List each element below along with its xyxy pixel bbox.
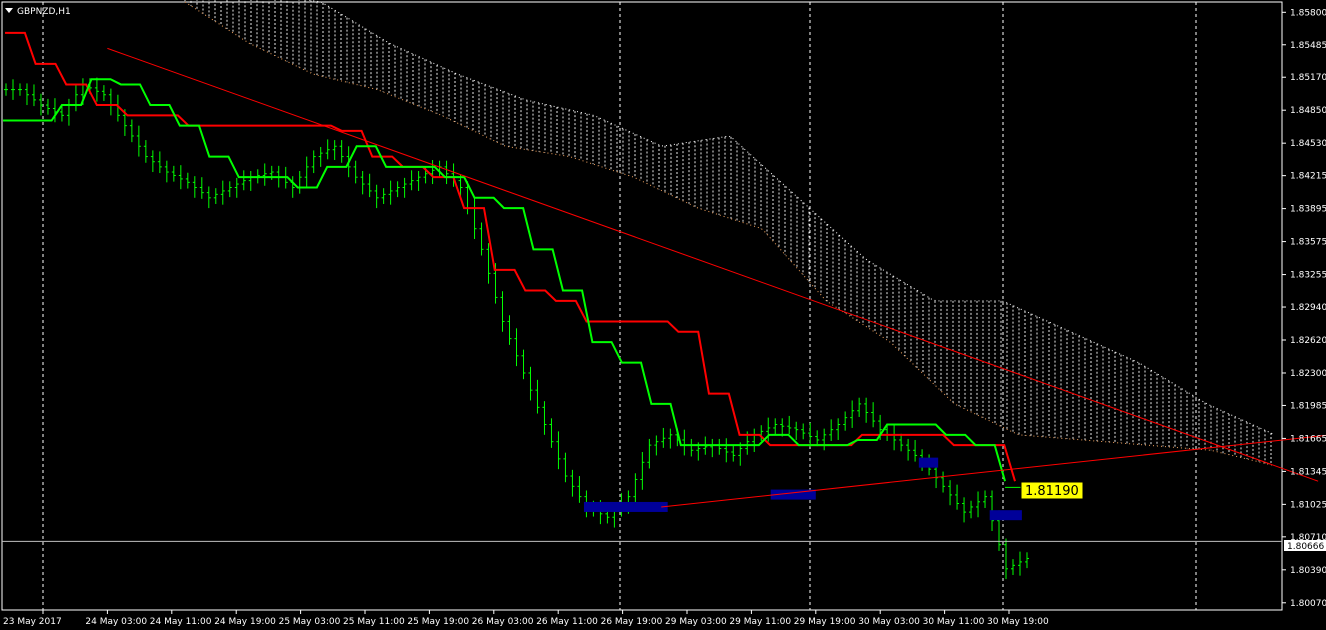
time-tick-label: 23 May 2017 [3, 617, 62, 627]
time-tick-label: 29 May 03:00 [665, 617, 727, 627]
price-tick-label: 1.83255 [1290, 271, 1326, 281]
current-price-label: 1.81190 [1020, 481, 1084, 500]
time-tick-label: 26 May 03:00 [472, 617, 534, 627]
time-tick-label: 30 May 03:00 [858, 617, 920, 627]
time-tick-label: 25 May 19:00 [407, 617, 469, 627]
time-tick-label: 25 May 11:00 [343, 617, 405, 627]
price-tick-label: 1.85485 [1290, 41, 1326, 51]
price-chart[interactable]: 1.85800 1.85485 1.85170 1.84850 1.84530 1.842… [0, 0, 1326, 630]
time-tick-label: 29 May 19:00 [794, 617, 856, 627]
price-tick-label: 1.84530 [1290, 139, 1326, 149]
horizontal-line-tag: 1.80666 [1284, 540, 1326, 552]
price-tick-label: 1.84850 [1290, 106, 1326, 116]
time-tick-label: 26 May 11:00 [536, 617, 598, 627]
price-tick-label: 1.81985 [1290, 401, 1326, 411]
support-zone [583, 501, 668, 512]
time-tick-label: 25 May 03:00 [279, 617, 341, 627]
price-tick-label: 1.84215 [1290, 172, 1326, 182]
time-tick-label: 24 May 19:00 [214, 617, 276, 627]
time-tick-label: 26 May 19:00 [601, 617, 663, 627]
price-tick-label: 1.83575 [1290, 238, 1326, 248]
price-tick-label: 1.81665 [1290, 434, 1326, 444]
price-tick-label: 1.85170 [1290, 73, 1326, 83]
time-tick-label: 30 May 19:00 [987, 617, 1049, 627]
chart-background [0, 0, 1326, 630]
price-tick-label: 1.81025 [1290, 500, 1326, 510]
price-tick-label: 1.80070 [1290, 599, 1326, 609]
price-tick-label: 1.80390 [1290, 566, 1326, 576]
symbol-timeframe-label: GBPNZD,H1 [17, 7, 71, 17]
support-zone [918, 457, 939, 468]
price-tick-label: 1.81345 [1290, 467, 1326, 477]
price-tick-label: 1.83895 [1290, 205, 1326, 215]
horizontal-line-price-text: 1.80666 [1287, 542, 1324, 552]
time-tick-label: 24 May 11:00 [150, 617, 212, 627]
support-zone [989, 510, 1022, 521]
price-tick-label: 1.82940 [1290, 303, 1326, 313]
time-tick-label: 29 May 11:00 [729, 617, 791, 627]
price-tick-label: 1.85800 [1290, 8, 1326, 18]
time-tick-label: 30 May 11:00 [923, 617, 985, 627]
current-price-text: 1.81190 [1025, 484, 1079, 499]
price-tick-label: 1.82300 [1290, 369, 1326, 379]
time-tick-label: 24 May 03:00 [85, 617, 147, 627]
price-tick-label: 1.82620 [1290, 336, 1326, 346]
